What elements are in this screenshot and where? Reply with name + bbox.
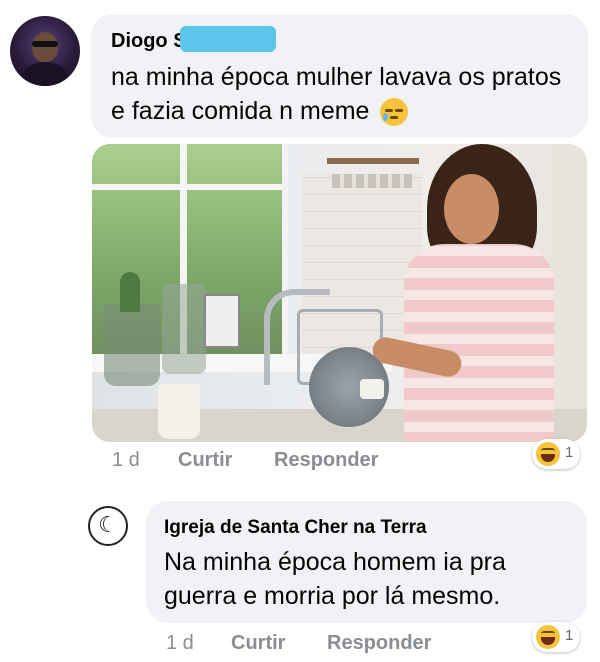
comment-time-1[interactable]: 1 d [112,449,140,472]
comment-text-1-body: na minha época mulher lavava os pratos e… [111,63,562,125]
reaction-count-1: 1 [565,444,574,461]
cactus [120,272,140,312]
cup [158,384,200,439]
comment-author-2[interactable]: Igreja de Santa Cher na Terra [164,517,427,539]
comment-actions-2: 1 d Curtir Responder [0,632,600,658]
reaction-count-2: 1 [565,627,574,644]
comment-text-1: na minha época mulher lavava os pratos e… [111,60,571,128]
name-censor-bar [180,26,276,52]
like-button-1[interactable]: Curtir [178,449,232,472]
shelf [327,158,419,164]
avatar-logo-icon: ☾ [98,513,118,538]
comment-actions-1: 1 d Curtir Responder [0,449,600,475]
avatar-igreja[interactable]: ☾ [88,506,128,546]
woman-body [404,244,554,442]
sponge [360,379,384,399]
sleepy-face-emoji-icon [380,98,409,127]
comment-bubble-2: Igreja de Santa Cher na Terra Na minha é… [146,501,587,623]
plant-jar [162,284,206,374]
comment-author-1[interactable]: Diogo S [111,30,187,53]
comment-bubble-1: Diogo S na minha época mulher lavava os … [91,14,588,138]
reaction-badge-2[interactable]: 1 [532,622,580,652]
woman-face [444,174,499,244]
comment-thread: Diogo S na minha época mulher lavava os … [0,0,600,662]
reaction-badge-1[interactable]: 1 [532,439,580,469]
like-button-2[interactable]: Curtir [231,632,285,655]
avatar-body [22,62,68,86]
plant-pot [104,304,160,386]
laughing-emoji-icon [536,625,560,649]
reply-button-2[interactable]: Responder [327,632,431,655]
shelf-jars [332,174,412,188]
laughing-emoji-icon [536,442,560,466]
plant-box [204,294,240,348]
comment-text-2: Na minha época homem ia pra guerra e mor… [164,548,506,610]
avatar-glasses [32,41,58,47]
comment-time-2[interactable]: 1 d [166,632,194,655]
avatar-face [32,32,58,62]
avatar-diogo[interactable] [10,16,80,86]
reply-button-1[interactable]: Responder [274,449,378,472]
comment-photo[interactable] [92,144,587,442]
